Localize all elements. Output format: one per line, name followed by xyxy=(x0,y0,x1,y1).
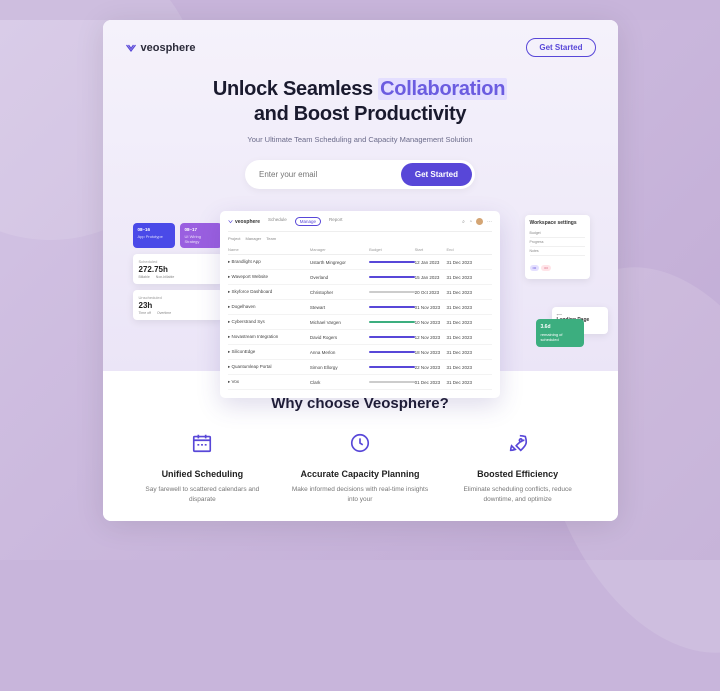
clock-icon xyxy=(349,432,371,454)
remaining-card: 3.6d remaining of scheduled xyxy=(536,319,584,347)
right-floating-cards: Workspace settings Budget Progress Notes… xyxy=(525,215,590,279)
mock-logo: veosphere xyxy=(228,219,260,225)
main-dashboard-mockup: veosphere Schedule Manage Report ⌕ ◔ ⋯ xyxy=(220,211,500,398)
mock-tab: Report xyxy=(329,217,343,226)
bell-icon: ◔ xyxy=(469,219,472,225)
menu-icon: ⋯ xyxy=(487,219,492,225)
table-row: ▸ SiliconEdgeAnna Merlon18 Nov 202331 De… xyxy=(228,345,492,360)
hero-content: Unlock Seamless Collaboration and Boost … xyxy=(125,77,596,189)
title-highlight: Collaboration xyxy=(378,78,507,100)
mock-logo-icon xyxy=(228,219,233,224)
stats-card-unscheduled: Unscheduled 23h Time offOvertime xyxy=(133,290,223,320)
mock-tab-active: Manage xyxy=(295,217,321,226)
calendar-icon xyxy=(191,432,213,454)
nav-bar: veosphere Get Started xyxy=(125,38,596,57)
email-cta-button[interactable]: Get Started xyxy=(401,163,472,186)
logo-icon xyxy=(125,42,137,54)
mock-header-icons: ⌕ ◔ ⋯ xyxy=(462,218,492,225)
schedule-card-purple: 08–17 UI Wiring Strategy xyxy=(180,223,222,248)
brand-name: veosphere xyxy=(141,42,196,54)
avatar xyxy=(476,218,483,225)
table-row: ▸ Brandlight AppUstarth Mingregor12 Jan … xyxy=(228,255,492,270)
settings-card: Workspace settings Budget Progress Notes… xyxy=(525,215,590,279)
rocket-icon xyxy=(507,432,529,454)
email-form: Get Started xyxy=(245,160,475,189)
feature-item: Unified Scheduling Say farewell to scatt… xyxy=(133,432,273,505)
landing-page: veosphere Get Started Unlock Seamless Co… xyxy=(103,20,618,521)
nav-cta-button[interactable]: Get Started xyxy=(526,38,595,57)
table-row: ▸ Cyberstrand SysMichael Vargen10 Nov 20… xyxy=(228,315,492,330)
brand-logo[interactable]: veosphere xyxy=(125,42,196,54)
table-row: ▸ Quantumleap PortalSimon Ellorgy22 Nov … xyxy=(228,360,492,375)
mock-filters: Project Manager Team xyxy=(228,231,492,241)
left-floating-cards: 08–16 App Prototype 08–17 UI Wiring Stra… xyxy=(133,223,223,320)
mock-tab: Schedule xyxy=(268,217,287,226)
mock-table-body: ▸ Brandlight AppUstarth Mingregor12 Jan … xyxy=(228,255,492,390)
product-mockups: 08–16 App Prototype 08–17 UI Wiring Stra… xyxy=(125,211,596,371)
feature-item: Boosted Efficiency Eliminate scheduling … xyxy=(448,432,588,505)
hero-title: Unlock Seamless Collaboration and Boost … xyxy=(125,77,596,127)
table-row: ▸ Waveport WebsiteOverland15 Jan 202331 … xyxy=(228,270,492,285)
features-grid: Unified Scheduling Say farewell to scatt… xyxy=(133,432,588,505)
feature-item: Accurate Capacity Planning Make informed… xyxy=(290,432,430,505)
email-input[interactable] xyxy=(259,170,401,179)
schedule-card-blue: 08–16 App Prototype xyxy=(133,223,175,248)
table-row: ▸ Skyforce DashboardChristopher20 Oct 20… xyxy=(228,285,492,300)
hero-section: veosphere Get Started Unlock Seamless Co… xyxy=(103,20,618,371)
hero-subtitle: Your Ultimate Team Scheduling and Capaci… xyxy=(125,135,596,144)
table-row: ▸ DogelhavenStewart01 Nov 202331 Dec 202… xyxy=(228,300,492,315)
stats-card-scheduled: Scheduled 272.75h BillableNon-billable xyxy=(133,254,223,284)
mock-header: veosphere Schedule Manage Report ⌕ ◔ ⋯ xyxy=(228,217,492,226)
mock-table-header: Name Manager Budget Start End xyxy=(228,245,492,255)
search-icon: ⌕ xyxy=(462,219,465,225)
table-row: ▸ VoxClark01 Dec 202331 Dec 2023 xyxy=(228,375,492,390)
table-row: ▸ Novastream IntegrationDavid Rogers12 N… xyxy=(228,330,492,345)
mock-tabs: Schedule Manage Report xyxy=(268,217,343,226)
